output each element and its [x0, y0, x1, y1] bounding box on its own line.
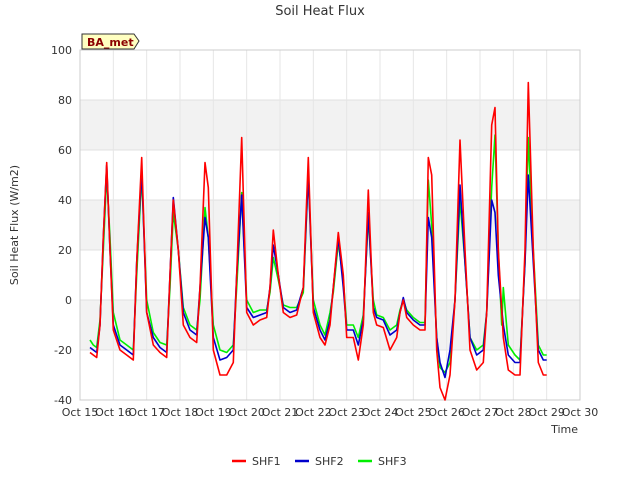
legend: SHF1 SHF2 SHF3 — [232, 455, 407, 468]
y-tick-label: 0 — [65, 294, 72, 307]
x-tick-label: Oct 20 — [228, 406, 265, 419]
x-tick-label: Oct 19 — [195, 406, 232, 419]
x-tick-label: Oct 24 — [362, 406, 399, 419]
x-axis-label: Time — [550, 423, 578, 436]
y-tick-label: 40 — [58, 194, 72, 207]
x-tick-label: Oct 30 — [562, 406, 599, 419]
soil-heat-flux-chart: Soil Heat Flux -40-20020406080100 Oct 15… — [8, 4, 599, 468]
y-tick-label: 100 — [51, 44, 72, 57]
x-tick-label: Oct 17 — [128, 406, 165, 419]
chart-title: Soil Heat Flux — [275, 4, 365, 19]
x-tick-label: Oct 22 — [295, 406, 332, 419]
x-tick-label: Oct 16 — [95, 406, 132, 419]
y-axis-label: Soil Heat Flux (W/m2) — [8, 165, 21, 285]
x-tick-label: Oct 21 — [262, 406, 299, 419]
plot-band — [80, 100, 580, 150]
legend-label-shf2: SHF2 — [315, 455, 344, 468]
legend-label-shf3: SHF3 — [378, 455, 407, 468]
x-tick-label: Oct 26 — [428, 406, 465, 419]
y-tick-label: 60 — [58, 144, 72, 157]
x-tick-label: Oct 28 — [495, 406, 532, 419]
site-badge: BA_met — [81, 33, 140, 50]
y-tick-label: 20 — [58, 244, 72, 257]
y-tick-label: -20 — [54, 344, 72, 357]
y-tick-label: 80 — [58, 94, 72, 107]
x-tick-label: Oct 23 — [328, 406, 365, 419]
x-tick-label: Oct 25 — [395, 406, 432, 419]
site-badge-label: BA_met — [87, 36, 134, 49]
x-tick-label: Oct 15 — [62, 406, 99, 419]
x-tick-label: Oct 18 — [162, 406, 199, 419]
plot-band — [80, 200, 580, 250]
x-tick-label: Oct 29 — [528, 406, 565, 419]
legend-label-shf1: SHF1 — [252, 455, 281, 468]
x-tick-label: Oct 27 — [462, 406, 499, 419]
